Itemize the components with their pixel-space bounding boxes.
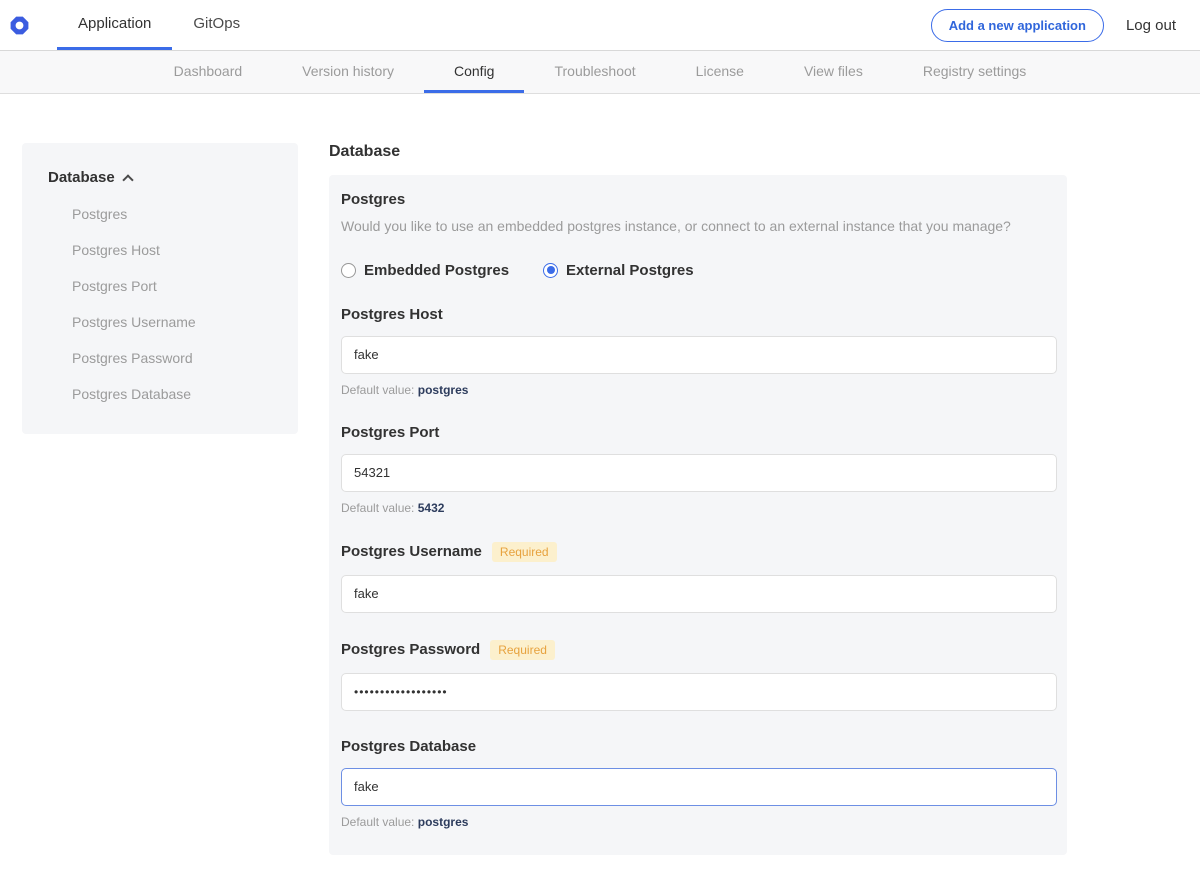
subnav-tab-license[interactable]: License xyxy=(666,51,774,93)
field-postgres-password: Postgres Password Required xyxy=(341,640,1055,711)
postgres-host-input[interactable] xyxy=(341,336,1057,374)
postgres-username-input[interactable] xyxy=(341,575,1057,613)
sidebar-item-postgres-password[interactable]: Postgres Password xyxy=(48,350,280,366)
default-value-prefix: Default value: xyxy=(341,383,414,397)
header-right: Add a new application Log out xyxy=(931,0,1176,50)
field-postgres-password-label: Postgres Password xyxy=(341,641,480,658)
app-logo[interactable] xyxy=(10,0,29,50)
field-postgres-username: Postgres Username Required xyxy=(341,542,1055,613)
postgres-database-default: Default value: postgres xyxy=(341,815,1055,829)
radio-embedded-postgres-label: Embedded Postgres xyxy=(364,262,509,279)
subnav-tab-view-files-label: View files xyxy=(804,63,863,79)
default-value-prefix: Default value: xyxy=(341,815,414,829)
group-title: Postgres xyxy=(341,191,1055,208)
radio-external-postgres-label: External Postgres xyxy=(566,262,694,279)
radio-unchecked-icon xyxy=(341,263,356,278)
postgres-password-input[interactable] xyxy=(341,673,1057,711)
postgres-radio-group: Embedded Postgres External Postgres xyxy=(341,262,1055,279)
sidebar-group-database[interactable]: Database xyxy=(48,169,280,186)
subnav-tab-config[interactable]: Config xyxy=(424,51,524,93)
default-value-text: 5432 xyxy=(418,501,445,515)
sidebar-item-postgres-host[interactable]: Postgres Host xyxy=(48,242,280,258)
field-postgres-port: Postgres Port Default value: 5432 xyxy=(341,424,1055,515)
top-header: Application GitOps Add a new application… xyxy=(0,0,1200,51)
subnav-tab-registry-settings-label: Registry settings xyxy=(923,63,1026,79)
default-value-text: postgres xyxy=(418,815,469,829)
radio-embedded-postgres[interactable]: Embedded Postgres xyxy=(341,262,509,279)
config-sidebar: Database Postgres Postgres Host Postgres… xyxy=(22,143,298,434)
field-postgres-host: Postgres Host Default value: postgres xyxy=(341,306,1055,397)
postgres-database-input[interactable] xyxy=(341,768,1057,806)
page-title: Database xyxy=(329,143,1067,161)
config-group-panel: Postgres Would you like to use an embedd… xyxy=(329,175,1067,855)
default-value-prefix: Default value: xyxy=(341,501,414,515)
sidebar-group-database-label: Database xyxy=(48,169,115,186)
add-application-button[interactable]: Add a new application xyxy=(931,9,1104,42)
subnav-tab-registry-settings[interactable]: Registry settings xyxy=(893,51,1056,93)
radio-checked-icon xyxy=(543,263,558,278)
header-tabs: Application GitOps xyxy=(57,0,261,50)
field-postgres-host-label: Postgres Host xyxy=(341,306,443,323)
config-main: Database Postgres Would you like to use … xyxy=(329,143,1067,874)
subnav-tab-license-label: License xyxy=(696,63,744,79)
sidebar-item-postgres[interactable]: Postgres xyxy=(48,206,280,222)
field-postgres-database-label: Postgres Database xyxy=(341,738,476,755)
subnav-tab-dashboard-label: Dashboard xyxy=(174,63,243,79)
field-postgres-database: Postgres Database Default value: postgre… xyxy=(341,738,1055,829)
field-postgres-port-label: Postgres Port xyxy=(341,424,439,441)
subnav-tab-dashboard[interactable]: Dashboard xyxy=(144,51,273,93)
sidebar-item-postgres-username[interactable]: Postgres Username xyxy=(48,314,280,330)
subnav-tab-version-history[interactable]: Version history xyxy=(272,51,424,93)
postgres-host-default: Default value: postgres xyxy=(341,383,1055,397)
tab-gitops-label: GitOps xyxy=(193,15,240,32)
subnav-tab-view-files[interactable]: View files xyxy=(774,51,893,93)
subnav-tab-config-label: Config xyxy=(454,63,494,79)
tab-application-label: Application xyxy=(78,15,151,32)
subnav-tab-troubleshoot[interactable]: Troubleshoot xyxy=(524,51,665,93)
app-subnav: Dashboard Version history Config Trouble… xyxy=(0,51,1200,94)
required-badge: Required xyxy=(490,640,555,660)
default-value-text: postgres xyxy=(418,383,469,397)
logout-link[interactable]: Log out xyxy=(1126,17,1176,34)
group-description: Would you like to use an embedded postgr… xyxy=(341,217,1055,236)
field-postgres-username-label: Postgres Username xyxy=(341,543,482,560)
tab-application[interactable]: Application xyxy=(57,0,172,50)
subnav-tab-version-history-label: Version history xyxy=(302,63,394,79)
required-badge: Required xyxy=(492,542,557,562)
page-content: Database Postgres Postgres Host Postgres… xyxy=(0,94,1200,874)
chevron-up-icon xyxy=(122,174,133,185)
subnav-tab-troubleshoot-label: Troubleshoot xyxy=(554,63,635,79)
radio-external-postgres[interactable]: External Postgres xyxy=(543,262,694,279)
postgres-port-input[interactable] xyxy=(341,454,1057,492)
kots-logo-icon xyxy=(10,16,29,35)
tab-gitops[interactable]: GitOps xyxy=(172,0,261,50)
postgres-port-default: Default value: 5432 xyxy=(341,501,1055,515)
sidebar-item-postgres-port[interactable]: Postgres Port xyxy=(48,278,280,294)
sidebar-item-postgres-database[interactable]: Postgres Database xyxy=(48,386,280,402)
